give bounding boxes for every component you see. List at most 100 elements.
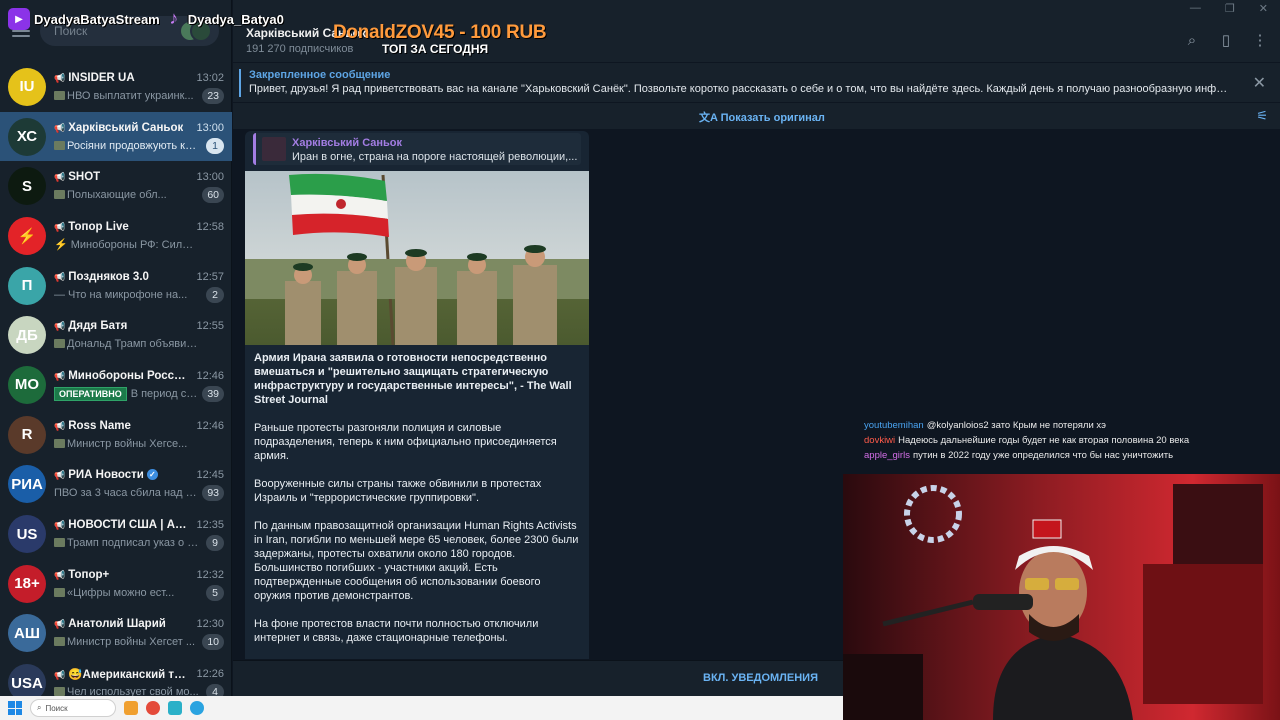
- chat-avatar: ХС: [8, 117, 46, 156]
- more-icon[interactable]: ⋮: [1252, 32, 1268, 49]
- channel-header[interactable]: Харківський Саньок 191 270 подписчиков D…: [233, 20, 1280, 62]
- windows-start-icon[interactable]: [8, 701, 22, 715]
- chat-row-top: 📢Минобороны России✓ 12:46: [54, 367, 224, 385]
- chat-list-item[interactable]: АШ 📢 Анатолий Шарий 12:30 Министр войны Хегс…: [0, 609, 232, 659]
- media-thumb-icon: [54, 339, 65, 349]
- chat-body: 📢 Харківський Саньок 13:00 Росіяни продовжу…: [54, 119, 224, 155]
- chat-snippet: Министр войны Хегсет ...: [54, 636, 195, 648]
- post-paragraph: На фоне протестов власти почти полностью…: [254, 618, 539, 644]
- app-icon[interactable]: [168, 701, 182, 715]
- chat-list-item[interactable]: 18+ 📢 Топор+ 12:32 «Цифры можно ест... 5: [0, 559, 232, 609]
- stream-chat-overlay: youtubemihan @kolyanloios2 зато Крым не п…: [864, 418, 1189, 463]
- chat-snippet-text: ⚡ Минобороны РФ: Силы ПВО ...: [54, 239, 200, 252]
- chat-row-top: 📢 Харківський Саньок 13:00: [54, 119, 224, 137]
- chat-row-top: 📢 Топор Live 12:58: [54, 218, 224, 236]
- chat-list-item[interactable]: ДБ 📢Дядя Батя 12:55 Дональд Трамп объявил о…: [0, 310, 232, 360]
- sidebar-toggle-icon[interactable]: ▯: [1218, 32, 1234, 49]
- pinned-message[interactable]: Закрепленное сообщение Привет, друзья! Я…: [233, 62, 1280, 102]
- avatar-initials: П: [21, 277, 33, 295]
- chat-snippet: Трамп подписал указ о з...: [54, 537, 200, 549]
- chat-name: 📢 Ross Name: [54, 420, 131, 432]
- channel-icon: 📢: [54, 520, 66, 531]
- unread-badge: 60: [202, 187, 224, 204]
- chat-list-item[interactable]: МО 📢Минобороны России✓ 12:46 ОПЕРАТИВНОВ пе…: [0, 360, 232, 410]
- unread-badge: 1: [206, 137, 224, 154]
- channel-post[interactable]: Харківський Саньок Иран в огне, страна н…: [245, 131, 589, 659]
- subscriber-count: 191 270 подписчиков: [246, 43, 354, 55]
- chat-snippet-text: Полыхающие обл...: [67, 189, 167, 202]
- stream-chat-message: apple_girls путин в 2022 году уже определ…: [864, 448, 1189, 463]
- taskbar-search[interactable]: ⌕ Поиск: [30, 699, 116, 717]
- chat-name: 📢НОВОСТИ США | АМЕ...: [54, 519, 188, 531]
- avatar-initials: US: [16, 525, 38, 543]
- webcam-overlay: [843, 474, 1280, 720]
- header-actions: ⌕ ▯ ⋮: [1184, 32, 1268, 50]
- chat-row-bottom: ОПЕРАТИВНОВ период с 20...39: [54, 385, 224, 403]
- chat-name: 📢 SHOT: [54, 171, 100, 183]
- channel-icon: 📢: [54, 370, 66, 381]
- chat-list-item[interactable]: IU 📢 INSIDER UA 13:02 НВО выплатит украинк..…: [0, 62, 232, 112]
- chat-time: 12:35: [196, 519, 224, 532]
- chat-name-text: INSIDER UA: [68, 71, 135, 84]
- chat-time: 12:45: [196, 469, 224, 482]
- chrome-icon[interactable]: [146, 701, 160, 715]
- stream-chat-user: youtubemihan: [864, 420, 924, 431]
- close-pinned-icon[interactable]: ✕: [1253, 73, 1266, 93]
- chat-time: 12:57: [196, 270, 224, 283]
- chat-list-item[interactable]: ХС 📢 Харківський Саньок 13:00 Росіяни продов…: [0, 111, 232, 162]
- chat-row-top: 📢 SHOT 13:00: [54, 168, 224, 186]
- translate-settings-icon[interactable]: ⚟: [1256, 108, 1268, 124]
- channel-icon: 📢: [54, 569, 66, 580]
- chat-list-item[interactable]: R 📢 Ross Name 12:46 Министр войны Хегсе...: [0, 410, 232, 460]
- telegram-icon[interactable]: [190, 701, 204, 715]
- channel-icon: 📢: [54, 619, 66, 630]
- chat-name-text: Анатолий Шарий: [68, 618, 166, 631]
- show-original-button[interactable]: 文A Показать оригинал: [699, 109, 825, 125]
- chat-body: 📢НОВОСТИ США | АМЕ... 12:35 Трамп подписал…: [54, 516, 224, 552]
- stream-chat-text: Надеюсь дальнейшие годы будет не как вто…: [898, 435, 1190, 446]
- file-explorer-icon[interactable]: [124, 701, 138, 715]
- chat-name-text: SHOT: [68, 171, 101, 184]
- chat-list-item[interactable]: П 📢 Поздняков 3.0 12:57 — Что на микрофоне н…: [0, 261, 232, 311]
- chat-time: 13:00: [196, 171, 224, 184]
- maximize-icon[interactable]: ❐: [1225, 2, 1235, 15]
- chat-name-text: Поздняков 3.0: [68, 270, 149, 283]
- close-window-icon[interactable]: ✕: [1259, 2, 1268, 15]
- unread-badge: 5: [206, 584, 224, 601]
- windows-taskbar: ⌕ Поиск: [0, 696, 843, 720]
- post-photo[interactable]: [245, 171, 589, 345]
- media-thumb-icon: [54, 90, 65, 100]
- chat-avatar: ⚡: [8, 216, 46, 255]
- unread-badge: 9: [206, 535, 224, 552]
- chat-snippet: Росіяни продовжують ко...: [54, 140, 200, 152]
- enable-notifications-button[interactable]: ВКЛ. УВЕДОМЛЕНИЯ: [703, 672, 818, 684]
- chat-row-bottom: «Цифры можно ест... 5: [54, 584, 224, 602]
- chat-snippet-text: Министр войны Хегсе...: [67, 437, 188, 450]
- chat-row-bottom: Министр войны Хегсе...: [54, 435, 224, 453]
- chat-snippet: «Цифры можно ест...: [54, 587, 174, 599]
- pinned-label: Закрепленное сообщение: [249, 69, 391, 81]
- chat-row-bottom: Полыхающие обл... 60: [54, 186, 224, 204]
- chat-time: 13:02: [196, 71, 224, 84]
- stream-chat-user: apple_girls: [864, 450, 910, 461]
- window-controls: — ❐ ✕: [1190, 2, 1268, 15]
- avatar-initials: ХС: [16, 128, 38, 146]
- minimize-icon[interactable]: —: [1190, 2, 1201, 15]
- chat-list-item[interactable]: S 📢 SHOT 13:00 Полыхающие обл... 60: [0, 161, 232, 211]
- chat-list-item[interactable]: РИА 📢 РИА Новости ✓ 12:45 ПВО за 3 часа сбила…: [0, 460, 232, 510]
- stream-donation-alert: DonaldZOV45 - 100 RUB: [333, 22, 547, 43]
- chat-row-top: 📢 Поздняков 3.0 12:57: [54, 268, 224, 286]
- operative-label: ОПЕРАТИВНО: [54, 386, 127, 401]
- chat-time: 12:58: [196, 220, 224, 233]
- chat-row-bottom: — Что на микрофоне на... 2: [54, 286, 224, 304]
- chat-time: 12:55: [196, 320, 224, 333]
- chat-snippet: ПВО за 3 часа сбила над ро...: [54, 487, 200, 499]
- search-icon[interactable]: ⌕: [1184, 32, 1200, 49]
- forwarded-header[interactable]: Харківський Саньок Иран в огне, страна н…: [253, 133, 581, 165]
- chat-snippet-text: Трамп подписал указ о з...: [67, 537, 200, 550]
- chat-list-item[interactable]: US 📢НОВОСТИ США | АМЕ... 12:35 Трамп подпис…: [0, 509, 232, 559]
- chat-list-item[interactable]: ⚡ 📢Топор Live 12:58 ⚡ Минобороны РФ: Силы П…: [0, 211, 232, 261]
- chat-body: 📢Дядя Батя 12:55 Дональд Трамп объявил о в…: [54, 317, 224, 353]
- unread-badge: 2: [206, 286, 224, 303]
- chat-body: 📢Минобороны России✓ 12:46 ОПЕРАТИВНОВ пери…: [54, 367, 224, 403]
